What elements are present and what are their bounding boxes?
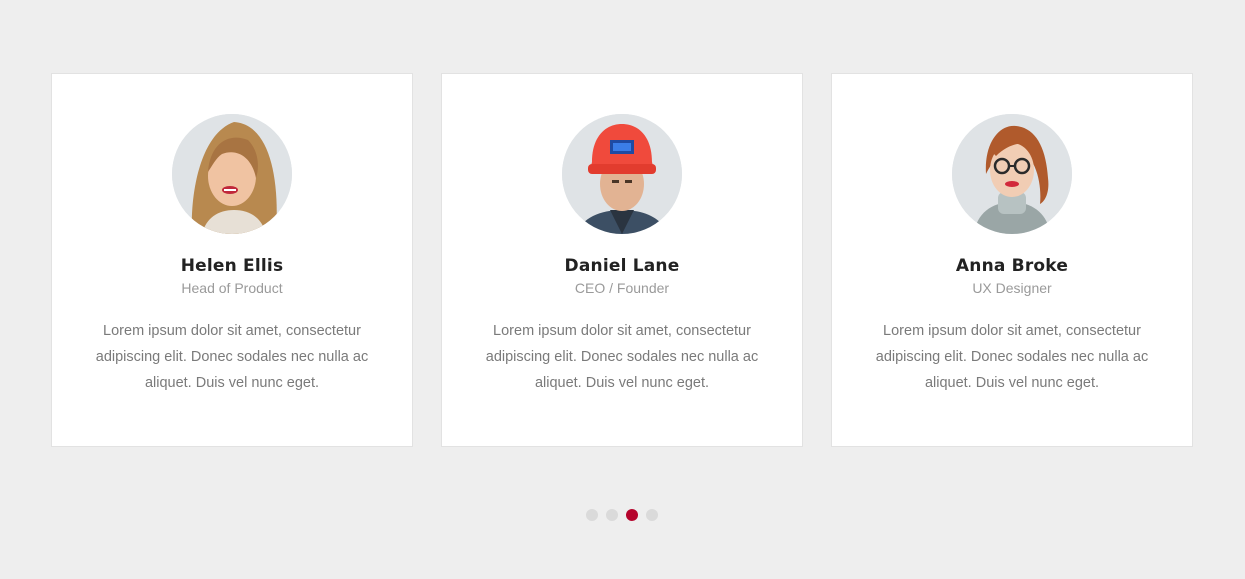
carousel-pagination bbox=[586, 509, 658, 521]
member-bio: Lorem ipsum dolor sit amet, consectetur … bbox=[875, 323, 1149, 391]
member-role: CEO / Founder bbox=[574, 280, 670, 296]
carousel-dot-4[interactable] bbox=[646, 509, 658, 521]
team-card-daniel-lane: Daniel Lane CEO / Founder Lorem ipsum do… bbox=[441, 73, 803, 447]
member-name: Anna Broke bbox=[955, 256, 1069, 276]
avatar bbox=[562, 114, 682, 234]
member-bio: Lorem ipsum dolor sit amet, consectetur … bbox=[485, 323, 759, 391]
team-cards: Helen Ellis Head of Product Lorem ipsum … bbox=[51, 73, 1193, 447]
member-role: Head of Product bbox=[181, 280, 283, 296]
carousel-dot-1[interactable] bbox=[586, 509, 598, 521]
team-card-helen-ellis: Helen Ellis Head of Product Lorem ipsum … bbox=[51, 73, 413, 447]
carousel-dot-3-active[interactable] bbox=[626, 509, 638, 521]
team-card-anna-broke: Anna Broke UX Designer Lorem ipsum dolor… bbox=[831, 73, 1193, 447]
carousel-dot-2[interactable] bbox=[606, 509, 618, 521]
member-name: Daniel Lane bbox=[564, 256, 680, 276]
avatar bbox=[952, 114, 1072, 234]
member-role: UX Designer bbox=[972, 280, 1052, 296]
member-bio: Lorem ipsum dolor sit amet, consectetur … bbox=[95, 323, 369, 391]
member-name: Helen Ellis bbox=[180, 256, 284, 276]
avatar bbox=[172, 114, 292, 234]
